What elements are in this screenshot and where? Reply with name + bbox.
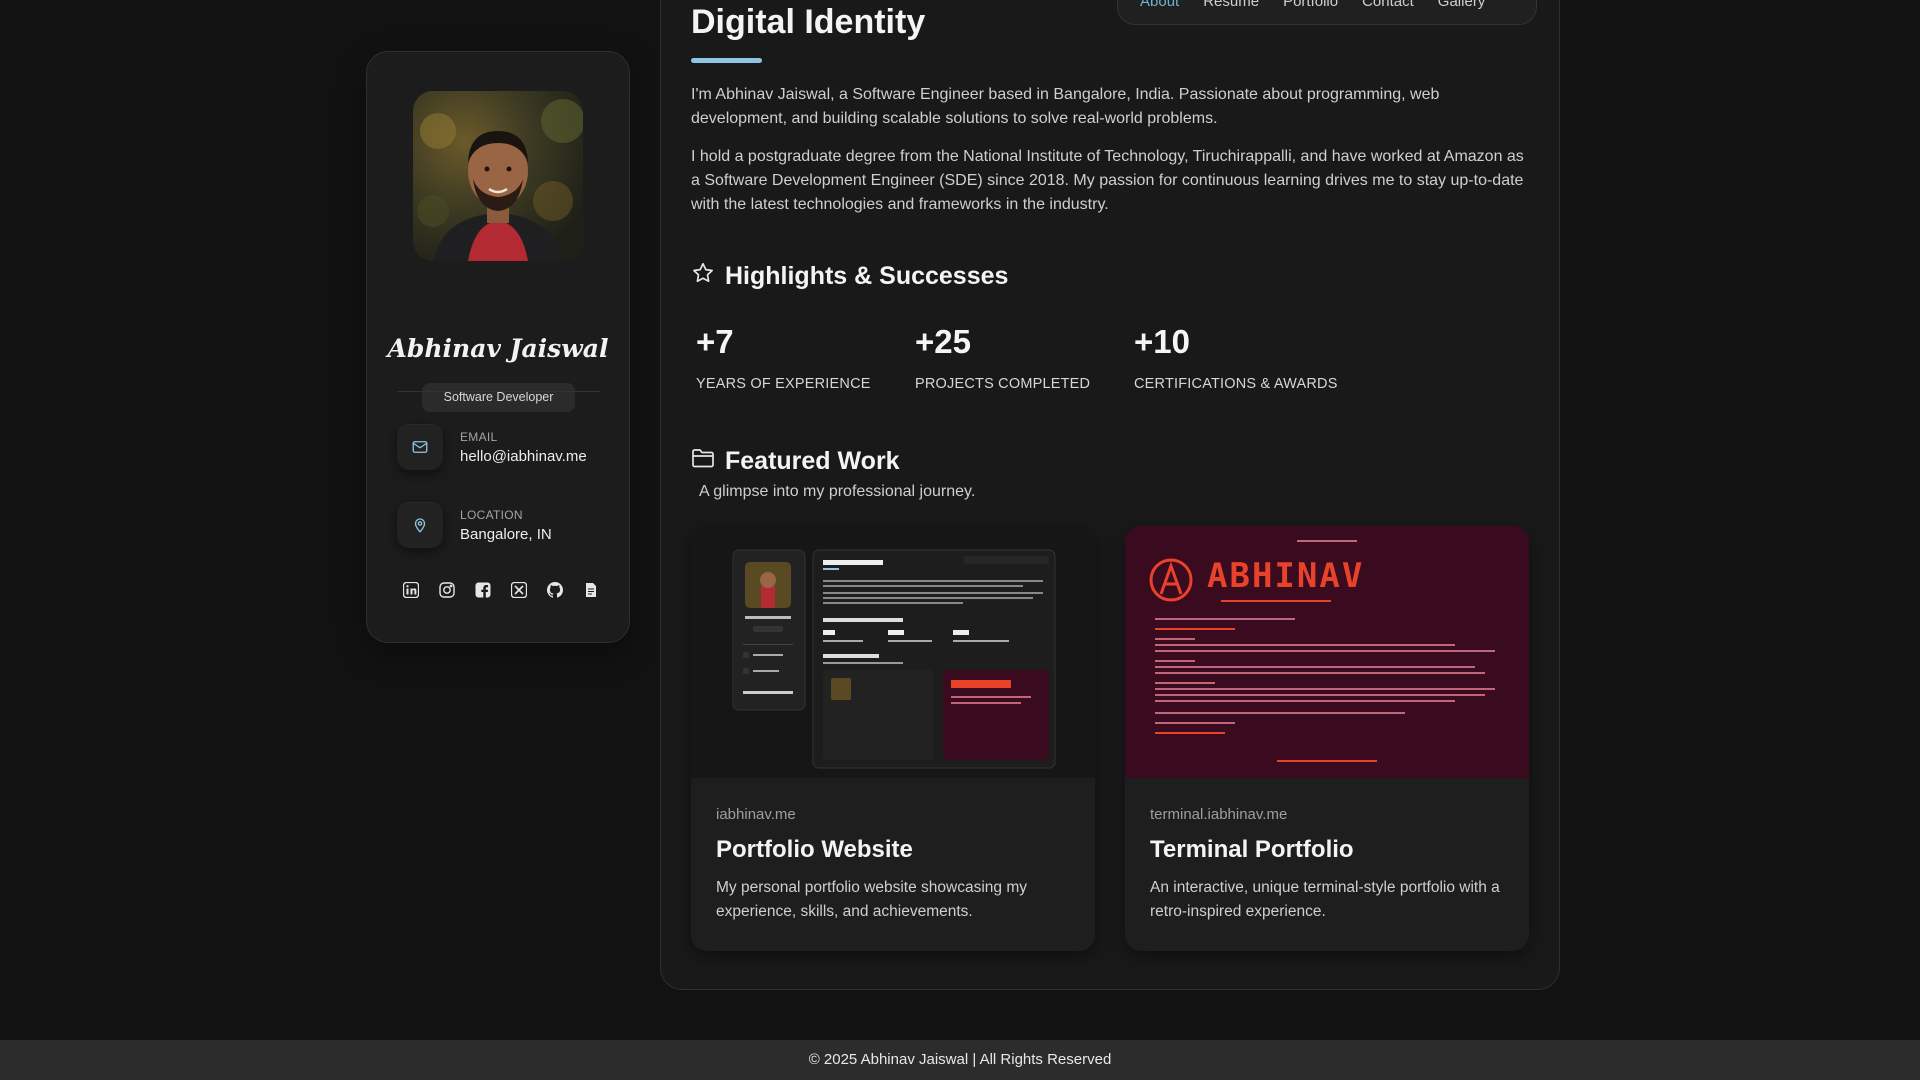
stat-value: +25 xyxy=(915,323,971,360)
about-paragraph-1: I'm Abhinav Jaiswal, a Software Engineer… xyxy=(691,86,1440,127)
featured-heading: Featured Work xyxy=(691,447,900,476)
nav-portfolio[interactable]: Portfolio xyxy=(1283,0,1338,10)
project-title: Terminal Portfolio xyxy=(1150,836,1354,863)
email-label: EMAIL xyxy=(460,430,498,444)
project-title: Portfolio Website xyxy=(716,836,913,863)
project-domain[interactable]: terminal.iabhinav.me xyxy=(1150,806,1287,823)
avatar xyxy=(413,91,583,261)
contact-email[interactable]: EMAIL hello@iabhinav.me xyxy=(397,424,617,476)
page-title: Digital Identity xyxy=(691,3,926,41)
social-links xyxy=(403,582,599,598)
facebook-icon[interactable] xyxy=(475,582,491,598)
github-icon[interactable] xyxy=(547,582,563,598)
stat-value: +10 xyxy=(1134,323,1190,360)
nav-resume[interactable]: Resume xyxy=(1203,0,1259,10)
highlights-heading: Highlights & Successes xyxy=(691,261,1008,292)
role-badge: Software Developer xyxy=(422,383,575,412)
nav-gallery[interactable]: Gallery xyxy=(1438,0,1486,10)
linkedin-icon[interactable] xyxy=(403,582,419,598)
top-navbar: About Resume Portfolio Contact Gallery xyxy=(1117,0,1537,25)
location-label: LOCATION xyxy=(460,508,523,522)
featured-title: Featured Work xyxy=(725,447,900,475)
instagram-icon[interactable] xyxy=(439,582,455,598)
resume-icon[interactable] xyxy=(583,582,599,598)
mail-icon xyxy=(397,424,443,470)
featured-subtitle: A glimpse into my professional journey. xyxy=(699,483,976,500)
sidebar-divider xyxy=(397,391,600,392)
project-domain[interactable]: iabhinav.me xyxy=(716,806,796,823)
nav-about[interactable]: About xyxy=(1140,0,1179,10)
page-footer: © 2025 Abhinav Jaiswal | All Rights Rese… xyxy=(0,1040,1920,1080)
email-value[interactable]: hello@iabhinav.me xyxy=(460,448,587,465)
project-description: My personal portfolio website showcasing… xyxy=(716,879,1027,920)
contact-location: LOCATION Bangalore, IN xyxy=(397,502,617,554)
project-description: An interactive, unique terminal-style po… xyxy=(1150,879,1500,920)
profile-sidebar: Abhinav Jaiswal Software Developer EMAIL… xyxy=(366,51,630,643)
project-screenshot xyxy=(691,526,1095,778)
about-panel: About Resume Portfolio Contact Gallery D… xyxy=(660,0,1560,990)
folder-icon xyxy=(691,447,715,476)
x-icon[interactable] xyxy=(511,582,527,598)
star-icon xyxy=(691,261,715,292)
about-paragraph-2: I hold a postgraduate degree from the Na… xyxy=(691,148,1524,213)
stat-value: +7 xyxy=(696,323,734,360)
nav-contact[interactable]: Contact xyxy=(1362,0,1414,10)
profile-name: Abhinav Jaiswal xyxy=(387,334,609,363)
stat-label: PROJECTS COMPLETED xyxy=(915,376,1091,392)
project-screenshot: ABHINAV xyxy=(1125,526,1529,778)
stat-label: YEARS OF EXPERIENCE xyxy=(696,376,871,392)
project-card-portfolio[interactable]: iabhinav.me Portfolio Website My persona… xyxy=(691,526,1095,951)
stat-label: CERTIFICATIONS & AWARDS xyxy=(1134,376,1338,392)
location-value: Bangalore, IN xyxy=(460,526,552,543)
title-underline xyxy=(691,58,762,63)
project-card-terminal[interactable]: ABHINAV terminal.iabhinav.me Terminal Po… xyxy=(1125,526,1529,951)
location-pin-icon xyxy=(397,502,443,548)
terminal-logo-text: ABHINAV xyxy=(1207,556,1365,596)
avatar-photo xyxy=(413,91,583,261)
highlights-title: Highlights & Successes xyxy=(725,262,1009,290)
